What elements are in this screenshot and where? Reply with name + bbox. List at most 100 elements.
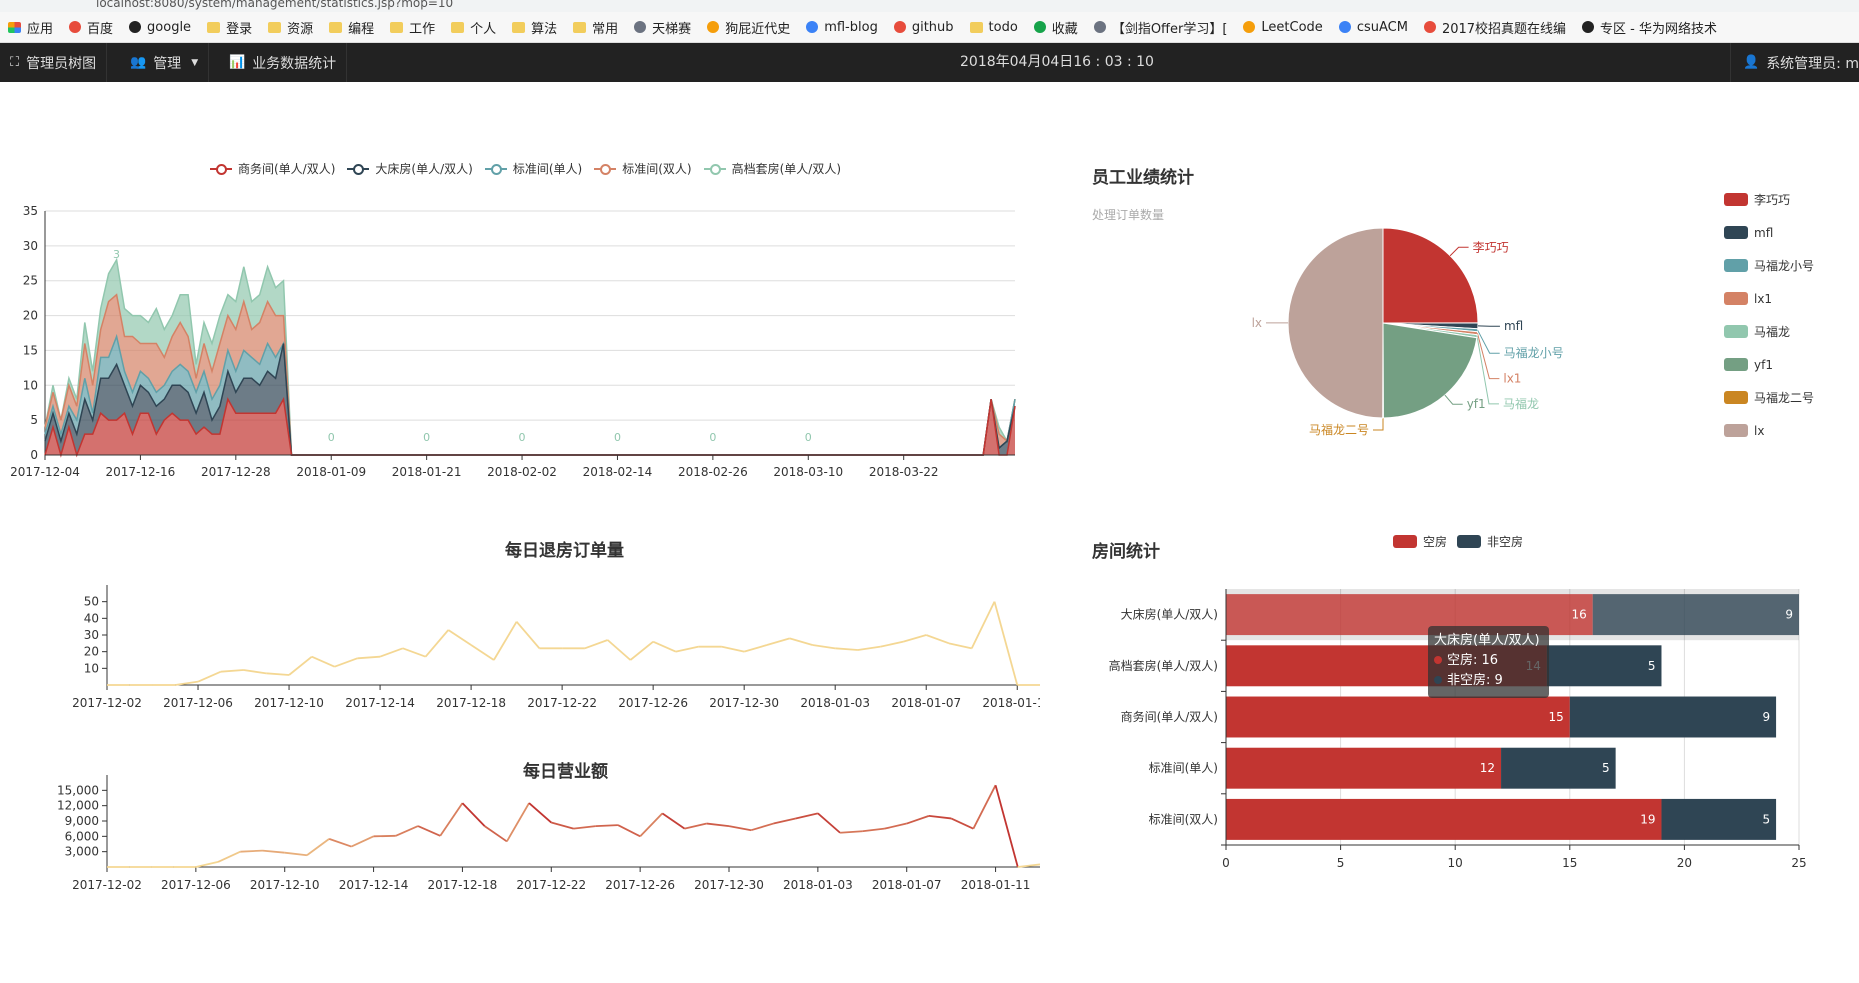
legend-item-0[interactable]: 商务间(单人/双人) [210, 160, 335, 177]
x-tick-label: 2018-02-14 [583, 465, 653, 479]
bookmark-10[interactable]: 天梯赛 [634, 18, 691, 37]
bookmark-16[interactable]: 【剑指Offer学习】[ [1093, 18, 1227, 37]
room-stats-tooltip: 大床房(单人/双人) 空房: 16 非空房: 9 [1428, 626, 1549, 698]
bar-value-label: 19 [1640, 812, 1655, 826]
pie-legend-item-1[interactable]: mfl [1724, 216, 1814, 249]
bar-legend-item-0[interactable]: 空房 [1393, 533, 1447, 550]
bookmark-14[interactable]: todo [969, 20, 1018, 35]
checkout-line-segment [812, 644, 836, 650]
nav-business-stats[interactable]: 📊 业务数据统计 [219, 43, 348, 82]
x-tick-label: 2017-12-02 [72, 696, 142, 710]
x-tick-label: 2017-12-18 [436, 696, 506, 710]
y-tick-label: 3,000 [65, 845, 99, 859]
area-chart-legend: 商务间(单人/双人) 大床房(单人/双人) 标准间(单人) 标准间(双人) 高档套房(单… [210, 160, 853, 177]
pie-legend-item-7[interactable]: lx [1724, 414, 1814, 447]
folder-icon [329, 21, 343, 33]
bookmark-18[interactable]: csuACM [1338, 20, 1408, 35]
bookmark-label: 2017校招真题在线编 [1441, 21, 1567, 37]
y-tick-label: 9,000 [65, 814, 99, 828]
bookmark-17[interactable]: LeetCode [1243, 20, 1323, 35]
address-bar-url[interactable]: localhost:8080/system/management/statist… [96, 0, 453, 10]
y-tick-label: 20 [84, 645, 99, 659]
x-tick-label: 2017-12-18 [428, 878, 498, 892]
bar-value-label: 9 [1762, 710, 1770, 724]
x-tick-label: 2017-12-10 [250, 878, 320, 892]
bookmark-6[interactable]: 工作 [390, 18, 435, 37]
bar-legend-item-1[interactable]: 非空房 [1457, 533, 1523, 550]
revenue-line-segment [484, 825, 508, 843]
bookmark-9[interactable]: 常用 [573, 18, 618, 37]
pie-legend-item-2[interactable]: 马福龙小号 [1724, 249, 1814, 282]
tooltip-occupied-value: 非空房: 9 [1447, 673, 1503, 688]
bookmark-label: 工作 [409, 21, 436, 37]
legend-item-3[interactable]: 标准间(双人) [594, 160, 692, 177]
folder-icon [268, 21, 282, 33]
bookmark-label: google [147, 19, 192, 35]
pie-legend-item-4[interactable]: 马福龙 [1724, 315, 1814, 348]
bookmark-19[interactable]: 2017校招真题在线编 [1423, 18, 1567, 37]
bar-chart-icon: 📊 [229, 55, 246, 70]
bookmark-7[interactable]: 个人 [451, 18, 496, 37]
legend-swatch [1393, 535, 1417, 548]
bookmark-12[interactable]: mfl-blog [806, 20, 878, 35]
pie-legend-item-3[interactable]: lx1 [1724, 282, 1814, 315]
revenue-line-segment [240, 849, 263, 853]
pie-legend-item-5[interactable]: yf1 [1724, 348, 1814, 381]
bookmark-20[interactable]: 专区 - 华为网络技术 [1582, 18, 1717, 37]
tooltip-line-occupied: 非空房: 9 [1434, 671, 1543, 691]
legend-swatch [1724, 292, 1748, 305]
folder-icon [573, 21, 587, 33]
data-point-label: 0 [614, 431, 621, 444]
bookmark-5[interactable]: 编程 [329, 18, 374, 37]
revenue-line-segment [884, 822, 907, 830]
y-tick-label: 35 [23, 204, 38, 218]
nav-user-menu[interactable]: 👤 系统管理员: m [1730, 43, 1859, 82]
pie-legend-item-0[interactable]: 李巧巧 [1724, 183, 1814, 216]
checkout-line-segment [584, 639, 608, 650]
employee-performance-pie-chart: 李巧巧 mfl 马福龙小号 lx1 马福龙 yf1 马福龙二号 lx [1220, 200, 1640, 470]
checkout-line-segment [766, 637, 790, 646]
legend-item-4[interactable]: 高档套房(单人/双人) [703, 160, 841, 177]
bookmark-label: 狗屁近代史 [725, 21, 791, 37]
checkout-line-segment [357, 655, 381, 660]
bookmark-3[interactable]: 登录 [207, 18, 252, 37]
bookmark-15[interactable]: 收藏 [1033, 18, 1078, 37]
pie-chart-legend: 李巧巧 mfl 马福龙小号 lx1 马福龙 yf1 马福龙二号 lx [1724, 183, 1814, 447]
revenue-line-segment [728, 825, 752, 832]
bookmark-13[interactable]: github [893, 20, 954, 35]
bookmark-4[interactable]: 资源 [268, 18, 313, 37]
x-tick-label: 2017-12-06 [161, 878, 231, 892]
bookmark-8[interactable]: 算法 [512, 18, 557, 37]
bookmark-label: 编程 [348, 21, 375, 37]
nav-manage-dropdown[interactable]: 👥 管理 ▼ [120, 43, 210, 82]
checkout-line-segment [993, 601, 1019, 686]
x-tick-label: 2017-12-16 [106, 465, 176, 479]
room-stats-title: 房间统计 [1092, 542, 1160, 562]
y-tick-label: 50 [84, 595, 99, 609]
pie-label-line [1449, 246, 1469, 257]
apps-grid-icon [8, 21, 21, 33]
checkout-line-segment [880, 640, 904, 648]
nav-admin-tree[interactable]: ⛶ 管理员树图 [0, 43, 108, 82]
bookmark-11[interactable]: 狗屁近代史 [707, 18, 790, 37]
bookmark-2[interactable]: google [129, 20, 191, 35]
x-tick-label: 2017-12-22 [527, 696, 597, 710]
revenue-line-segment [284, 851, 308, 857]
bookmarks-bar: 应用 百度 google 登录 资源 编程 工作 个人 算法 常用 天梯赛 狗屁近代史 mfl-blog… [0, 12, 1859, 43]
bookmark-label: 常用 [592, 21, 619, 37]
legend-item-1[interactable]: 大床房(单人/双人) [347, 160, 473, 177]
revenue-line-segment [639, 812, 664, 837]
y-tick-label: 25 [23, 274, 38, 288]
pie-legend-item-6[interactable]: 马福龙二号 [1724, 381, 1814, 414]
checkout-line-segment [197, 670, 222, 683]
y-tick-label: 5 [30, 413, 38, 427]
top-navbar: ⛶ 管理员树图 👥 管理 ▼ 📊 业务数据统计 2018年04月04日16 : … [0, 43, 1859, 82]
legend-item-2[interactable]: 标准间(单人) [484, 160, 582, 177]
bookmark-0[interactable]: 应用 [8, 18, 53, 37]
nowcoder-icon [1423, 21, 1436, 33]
pie-slice-0 [1382, 227, 1479, 324]
bar-segment-1 [1592, 594, 1799, 636]
pie-label-line [1476, 336, 1499, 405]
bookmark-1[interactable]: 百度 [69, 18, 113, 37]
revenue-line-segment [306, 838, 330, 856]
